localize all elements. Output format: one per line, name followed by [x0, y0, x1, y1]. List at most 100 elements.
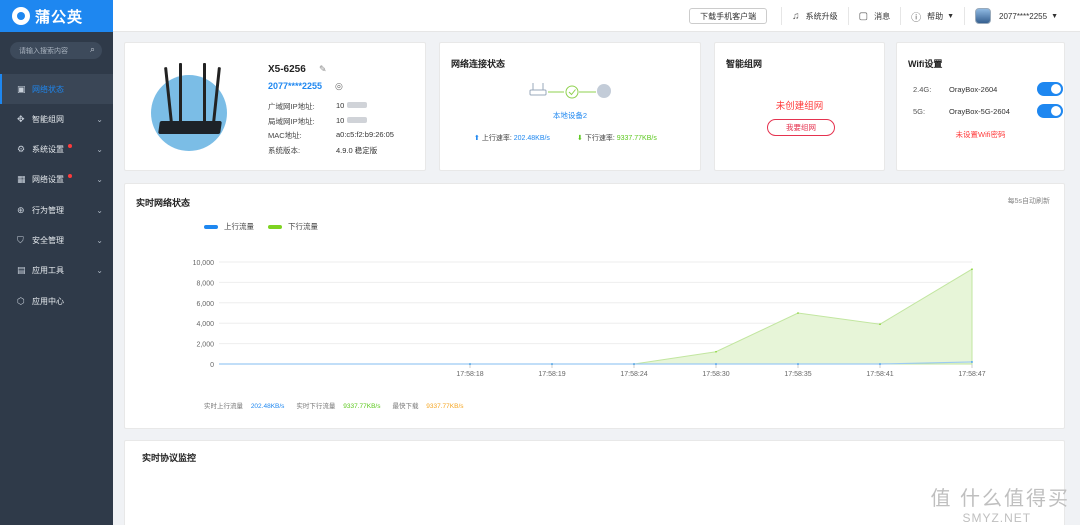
sidebar-item-label: 行为管理	[32, 205, 64, 215]
brand-logo[interactable]: 蒲公英	[0, 0, 113, 32]
upload-rate: ⬆ 上行速率: 202.48KB/s	[474, 133, 550, 143]
sidebar-item[interactable]: ▦ 网络设置 ⌄	[0, 165, 113, 195]
upload-point	[879, 363, 881, 365]
messages-label: 消息	[874, 11, 891, 21]
realtime-network-card: 实时网络状态 每5s自动刷新 上行流量 下行流量 10,000 8,000 6,000…	[124, 183, 1065, 429]
info-label: 局域网IP地址:	[268, 116, 315, 126]
down-stat-label: 实时下行流量	[296, 403, 336, 410]
router-antenna	[179, 63, 182, 123]
router-body	[158, 121, 222, 134]
sidebar-item-label: 安全管理	[32, 236, 64, 245]
info-label: MAC地址:	[268, 131, 302, 140]
sidebar-item[interactable]: ▣ 网络状态	[0, 74, 113, 104]
message-icon: ▢	[858, 10, 869, 22]
help-button[interactable]: ⓘ 帮助 ▼	[900, 7, 964, 25]
sidebar-item[interactable]: ▤ 应用工具 ⌄	[0, 256, 113, 286]
caret-down-icon: ▼	[1051, 12, 1058, 20]
x-tick-label: 17:58:30	[702, 371, 729, 378]
sidebar-item-label: 系统设置	[32, 145, 64, 155]
peak-stat: 最快下载 9337.77KB/s	[392, 400, 469, 410]
help-label: 帮助	[927, 11, 944, 21]
upload-point	[633, 363, 635, 365]
user-id-label: 2077****2255	[999, 11, 1048, 21]
bell-icon: ♫	[792, 10, 800, 22]
x-tick-label: 17:58:18	[456, 371, 483, 378]
y-tick-label: 6,000	[196, 301, 214, 308]
upload-point	[971, 361, 973, 363]
download-point	[971, 268, 973, 270]
arrow-up-icon: ⬆	[474, 135, 480, 142]
info-value: 10	[336, 115, 345, 125]
redacted-mask	[347, 102, 367, 108]
upload-point	[797, 363, 799, 365]
user-menu[interactable]: 2077****2255 ▼	[964, 7, 1080, 25]
download-client-button[interactable]: 下载手机客户端	[689, 8, 768, 24]
traffic-chart: 10,000 8,000 6,000 4,000 2,000 0 17:58:18 17:58…	[193, 260, 986, 378]
download-point	[879, 323, 881, 326]
sidebar-item[interactable]: ⬡ 应用中心	[0, 286, 113, 316]
connection-diagram	[529, 83, 611, 99]
smart-network-status: 未创建组网	[775, 101, 824, 112]
upgrade-label: 系统升级	[805, 11, 838, 21]
upgrade-button[interactable]: ♫ 系统升级	[781, 7, 848, 25]
sidebar-item[interactable]: ✥ 智能组网 ⌄	[0, 104, 113, 134]
device-info-row: 广域网IP地址: 10	[268, 101, 428, 112]
upload-rate-value: 202.48KB/s	[513, 135, 550, 142]
wifi-toggle[interactable]	[1037, 82, 1063, 96]
download-area	[219, 268, 973, 365]
y-tick-label: 10,000	[193, 260, 215, 267]
y-tick-label: 2,000	[196, 342, 214, 349]
wifi-band-row: 2.4G: OrayBox-2604	[913, 82, 1063, 96]
check-circle-icon	[565, 85, 579, 99]
up-stat-label: 实时上行流量	[204, 403, 243, 410]
monitor-icon: ▣	[17, 83, 26, 94]
globe-icon	[597, 84, 611, 98]
sidebar-item-label: 智能组网	[32, 114, 64, 124]
local-device-label: 本地设备2	[552, 111, 588, 120]
search-input[interactable]: 请输入搜索内容 ⌕	[10, 42, 102, 59]
x-tick-label: 17:58:41	[866, 371, 893, 378]
device-info-row: 局域网IP地址: 10	[268, 116, 428, 127]
wifi-password-warning[interactable]: 未设置Wifi密码	[897, 129, 1064, 140]
device-info-row: MAC地址: a0:c5:f2:b9:26:05	[268, 130, 428, 141]
upload-point	[715, 363, 717, 365]
watermark: 值 什么值得买 SMYZ.NET	[930, 482, 1070, 525]
network-icon: ✥	[17, 113, 25, 124]
sidebar-item[interactable]: ⊕ 行为管理 ⌄	[0, 195, 113, 225]
x-tick-label: 17:58:35	[784, 371, 811, 378]
protocol-title: 实时协议监控	[142, 453, 197, 463]
caret-down-icon: ▼	[947, 12, 955, 20]
download-rate-value: 9337.77KB/s	[616, 135, 657, 142]
down-stat-value: 9337.77KB/s	[343, 403, 381, 410]
sidebar-item-label: 应用中心	[32, 296, 64, 306]
upload-point	[551, 363, 553, 365]
watermark-sub: SMYZ.NET	[962, 511, 1032, 525]
sidebar-item-label: 应用工具	[32, 266, 64, 276]
sidebar-item[interactable]: ⛉ 安全管理 ⌄	[0, 226, 113, 256]
traffic-stats: 实时上行流量 202.48KB/s 实时下行流量 9337.77KB/s 最快下…	[204, 400, 476, 410]
upload-point	[469, 363, 471, 365]
wifi-ssid: OrayBox-5G-2604	[949, 106, 1010, 116]
device-id: 2077****2255	[268, 81, 323, 91]
wifi-toggle[interactable]	[1037, 104, 1063, 118]
sidebar-item-label: 网络设置	[32, 175, 64, 185]
chevron-down-icon: ⌄	[96, 114, 103, 124]
top-bar: 蒲公英 下载手机客户端 ♫ 系统升级 ▢ 消息 ⓘ 帮助 ▼ 2077****2…	[0, 0, 1080, 32]
create-network-button[interactable]: 我要组网	[767, 119, 835, 136]
sidebar-item[interactable]: ⚙ 系统设置 ⌄	[0, 135, 113, 165]
sidebar: 请输入搜索内容 ⌕ ▣ 网络状态 ✥ 智能组网 ⌄ ⚙ 系统设置 ⌄ ▦ 网络设置 ⌄ ⊕ 行为管理 ⌄ ⛉…	[0, 32, 113, 525]
upload-rate-label: 上行速率:	[481, 135, 512, 142]
search-placeholder: 请输入搜索内容	[19, 47, 68, 55]
edit-icon[interactable]: ✎	[319, 64, 327, 75]
wifi-card: Wifi设置 2.4G: OrayBox-2604 5G: OrayBox-5G-26…	[896, 42, 1065, 171]
arrow-down-icon: ⬇	[577, 135, 583, 142]
question-icon: ⓘ	[911, 12, 922, 24]
top-actions: 下载手机客户端 ♫ 系统升级 ▢ 消息 ⓘ 帮助 ▼ 2077****2255 …	[689, 0, 1080, 32]
hide-eye-icon[interactable]: ◎	[335, 81, 343, 92]
cube-icon: ⬡	[17, 295, 25, 306]
device-info-row: 系统版本: 4.9.0 稳定版	[268, 145, 428, 156]
router-antenna	[203, 63, 206, 123]
peak-stat-value: 9337.77KB/s	[426, 403, 464, 410]
info-label: 广域网IP地址:	[268, 102, 315, 111]
messages-button[interactable]: ▢ 消息	[847, 7, 900, 25]
